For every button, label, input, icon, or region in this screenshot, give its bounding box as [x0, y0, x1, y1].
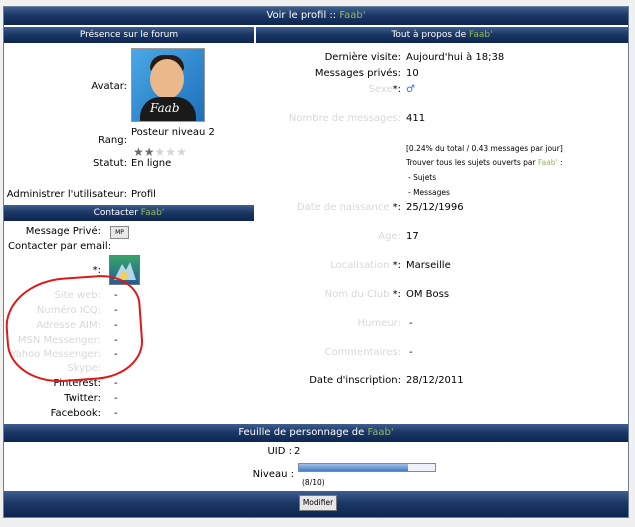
last-visit-label: Dernière visite: — [324, 52, 401, 63]
star-empty-icon: ★ — [176, 145, 187, 159]
rank-label: Rang: — [98, 135, 127, 146]
pm-count-label: Messages privés: — [314, 68, 401, 79]
pm-count-value: 10 — [406, 68, 419, 79]
birth-label-text: Date de naissance — [296, 202, 390, 213]
age-label: Age: — [378, 231, 401, 242]
age-value: 17 — [406, 231, 419, 242]
level-text: (8/10) — [302, 478, 325, 487]
pm-label: Message Privé: — [25, 226, 101, 237]
comments-label: Commentaires: — [324, 347, 401, 358]
modify-button[interactable]: Modifier — [299, 495, 337, 511]
star-empty-icon: ★ — [154, 145, 166, 159]
character-sheet-header: Feuille de personnage de Faab' — [4, 424, 628, 442]
status-label: Statut: — [93, 158, 127, 169]
location-value: Marseille — [406, 260, 451, 271]
find-topics-line: Trouver tous les sujets ouverts par Faab… — [406, 158, 563, 167]
last-visit-value: Aujourd'hui à 18;38 — [406, 52, 505, 63]
avatar-label: Avatar: — [91, 81, 127, 92]
profile-panel: Voir le profil :: Faab' Présence sur le … — [2, 6, 629, 518]
club-label-text: Nom du Club — [324, 289, 390, 300]
email-label: Contacter par email: — [8, 241, 112, 252]
club-star: *: — [392, 289, 401, 300]
location-label-text: Localisation — [330, 260, 390, 271]
sex-star: *: — [392, 84, 401, 95]
msg-stats: [0.24% du total / 0.43 messages par jour… — [406, 144, 563, 153]
status-value: En ligne — [131, 158, 172, 169]
star-filled-icon: ★ — [143, 145, 155, 159]
avatar-signature: Faab — [150, 101, 180, 115]
msg-count-label: Nombre de messages: — [288, 113, 401, 124]
club-label: Nom du Club *: — [256, 289, 401, 300]
about-username: Faab' — [468, 30, 493, 40]
level-progress-bar — [298, 463, 436, 472]
mood-value: - — [409, 318, 413, 329]
contact-username: Faab' — [140, 208, 165, 218]
messages-link[interactable]: - Messages — [408, 188, 450, 197]
location-label: Localisation *: — [256, 260, 401, 271]
admin-label: Administrer l'utilisateur: — [6, 189, 127, 200]
star-filled-icon: ★ — [133, 145, 144, 159]
find-topics-text: Trouver tous les sujets ouverts par — [406, 158, 538, 167]
contact-field-value: - — [114, 393, 118, 404]
find-suffix: : — [557, 158, 563, 167]
presence-title: Présence sur le forum — [79, 30, 179, 40]
sex-label: Sexe*: — [256, 84, 401, 95]
registration-value: 28/12/2011 — [406, 375, 464, 386]
character-sheet-username: Faab' — [367, 427, 394, 438]
header-username[interactable]: Faab' — [339, 10, 365, 21]
club-value: OM Boss — [406, 289, 450, 300]
profile-header: Voir le profil :: Faab' — [4, 7, 628, 25]
comments-value: - — [409, 347, 413, 358]
birth-value: 25/12/1996 — [406, 202, 464, 213]
character-sheet-title: Feuille de personnage de — [238, 427, 368, 438]
contact-title: Contacter — [93, 208, 141, 218]
pm-button[interactable]: MP — [110, 226, 129, 239]
level-label: Niveau : — [252, 469, 294, 480]
birth-label: Date de naissance *: — [256, 202, 401, 213]
find-username: Faab' — [537, 158, 558, 167]
star-empty-icon: ★ — [165, 145, 177, 159]
contact-field-value: - — [114, 408, 118, 419]
contact-header: Contacter Faab' — [4, 205, 254, 221]
header-prefix: Voir le profil :: — [266, 10, 340, 21]
rank-value: Posteur niveau 2 — [131, 127, 215, 138]
presence-header: Présence sur le forum — [4, 27, 254, 43]
star-field-label: *: — [92, 265, 101, 276]
mood-label: Humeur: — [357, 318, 401, 329]
contact-field-label: Twitter: — [64, 393, 101, 404]
about-header: Tout à propos de Faab' — [256, 27, 628, 43]
sex-label-text: Sexe — [368, 84, 393, 95]
contact-field-value: - — [114, 378, 118, 389]
contact-field-label: Facebook: — [50, 408, 101, 419]
msg-count-value: 411 — [406, 113, 426, 124]
male-icon: ♂ — [406, 84, 415, 95]
about-title: Tout à propos de — [391, 30, 469, 40]
birth-star: *: — [392, 202, 401, 213]
location-star: *: — [392, 260, 401, 271]
uid-label: UID : — [267, 446, 292, 457]
uid-value: 2 — [294, 446, 301, 457]
avatar: Faab — [131, 48, 205, 122]
registration-label: Date d'inscription: — [309, 375, 401, 386]
admin-profile-link[interactable]: Profil — [131, 189, 156, 200]
subjects-link[interactable]: - Sujets — [408, 173, 436, 182]
